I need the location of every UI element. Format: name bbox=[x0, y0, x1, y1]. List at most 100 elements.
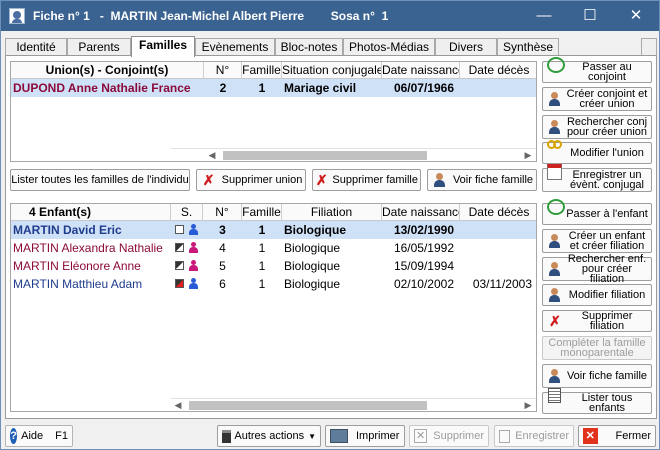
col-child-birth[interactable]: Date naissance bbox=[382, 204, 460, 221]
unions-grid-header: Union(s) - Conjoint(s) N° Famille Situat… bbox=[11, 62, 536, 79]
col-children[interactable]: 4 Enfant(s) bbox=[11, 204, 171, 221]
close-button[interactable]: ✕ Fermer bbox=[578, 425, 656, 447]
modify-union-button[interactable]: Modifier l'union bbox=[542, 139, 652, 164]
view-family-sheet-button[interactable]: Voir fiche famille bbox=[542, 364, 652, 388]
maximize-icon[interactable]: ☐ bbox=[567, 1, 613, 31]
children-grid-header: 4 Enfant(s) S. N° Famille Filiation Date… bbox=[11, 204, 536, 221]
view-family-button[interactable]: Voir fiche famille bbox=[427, 169, 537, 191]
printer-icon bbox=[330, 429, 348, 443]
col-union-num[interactable]: N° bbox=[204, 62, 242, 79]
tab-overflow-box[interactable] bbox=[641, 38, 657, 56]
union-famille: 1 bbox=[258, 81, 266, 95]
male-icon bbox=[189, 224, 198, 235]
create-spouse-button[interactable]: Créer conjoint et créer union bbox=[542, 87, 652, 111]
delete-filiation-button[interactable]: ✗ Supprimer filiation bbox=[542, 310, 652, 332]
refresh-icon bbox=[547, 57, 565, 73]
union-row[interactable]: DUPOND Anne Nathalie France 2 1 Mariage … bbox=[11, 79, 536, 97]
complete-single-parent-family-label: Compléter la famille monoparentale bbox=[548, 337, 646, 359]
record-marital-event-button[interactable]: Enregistrer un évènt. conjugal bbox=[542, 164, 652, 192]
tab-identite[interactable]: Identité bbox=[5, 38, 67, 56]
child-birth-date: 15/09/1994 bbox=[393, 259, 454, 273]
col-child-sex[interactable]: S. bbox=[171, 204, 203, 221]
save-button[interactable]: Enregistrer bbox=[494, 425, 574, 447]
modify-filiation-label: Modifier filiation bbox=[568, 289, 646, 301]
delete-union-label: Supprimer union bbox=[221, 173, 303, 186]
go-to-spouse-button[interactable]: Passer au conjoint bbox=[542, 57, 652, 83]
list-all-children-button[interactable]: Lister tous enfants bbox=[542, 388, 652, 414]
view-family-sheet-label: Voir fiche famille bbox=[566, 370, 648, 382]
tab-photos-medias[interactable]: Photos-Médias bbox=[343, 38, 435, 56]
person-search-icon bbox=[546, 261, 564, 277]
other-actions-button[interactable]: Autres actions ▼ bbox=[217, 425, 321, 447]
col-child-famille[interactable]: Famille bbox=[242, 204, 282, 221]
col-union-famille[interactable]: Famille bbox=[242, 62, 282, 79]
child-num: 6 bbox=[219, 277, 226, 291]
calendar-icon bbox=[547, 164, 562, 180]
record-marital-event-label: Enregistrer un évènt. conjugal bbox=[570, 169, 644, 191]
col-union-birth[interactable]: Date naissance bbox=[382, 62, 460, 79]
close-window-icon[interactable]: ✕ bbox=[613, 1, 659, 31]
list-all-families-button[interactable]: Lister toutes les familles de l'individu bbox=[10, 169, 190, 191]
scroll-right-icon[interactable]: ▶ bbox=[521, 149, 535, 161]
help-button[interactable]: ? Aide F1 bbox=[5, 425, 73, 447]
modify-filiation-button[interactable]: Modifier filiation bbox=[542, 284, 652, 306]
scroll-thumb[interactable] bbox=[189, 401, 427, 410]
help-shortcut: F1 bbox=[55, 430, 68, 442]
rings-icon bbox=[547, 139, 563, 151]
unions-horizontal-scrollbar[interactable]: ◀ ▶ bbox=[171, 148, 536, 161]
tab-evenements[interactable]: Evènements bbox=[195, 38, 275, 56]
person-add-icon bbox=[546, 91, 564, 107]
scroll-left-icon[interactable]: ◀ bbox=[171, 399, 185, 411]
child-num: 5 bbox=[219, 259, 226, 273]
tab-synthese[interactable]: Synthèse bbox=[497, 38, 559, 56]
child-famille: 1 bbox=[258, 223, 266, 237]
create-child-button[interactable]: Créer un enfant et créer filiation bbox=[542, 229, 652, 253]
help-icon: ? bbox=[10, 428, 18, 444]
col-child-filiation[interactable]: Filiation bbox=[282, 204, 382, 221]
go-to-child-button[interactable]: Passer à l'enfant bbox=[542, 199, 652, 225]
print-button[interactable]: Imprimer bbox=[325, 425, 405, 447]
search-spouse-button[interactable]: Rechercher conj pour créer union bbox=[542, 115, 652, 139]
search-child-button[interactable]: Rechercher enf. pour créer filiation bbox=[542, 254, 652, 285]
close-icon: ✕ bbox=[583, 428, 598, 444]
child-status-flag-icon bbox=[175, 225, 184, 234]
complete-single-parent-family-button[interactable]: Compléter la famille monoparentale bbox=[542, 336, 652, 360]
child-row[interactable]: MARTIN David Eric 3 1 Biologique 13/02/1… bbox=[11, 221, 536, 239]
child-row[interactable]: MARTIN Matthieu Adam 6 1 Biologique 02/1… bbox=[11, 275, 536, 293]
print-label: Imprimer bbox=[356, 430, 400, 442]
col-child-death[interactable]: Date décès bbox=[460, 204, 536, 221]
scroll-thumb[interactable] bbox=[223, 151, 427, 160]
child-row[interactable]: MARTIN Eléonore Anne 5 1 Biologique 15/0… bbox=[11, 257, 536, 275]
scroll-right-icon[interactable]: ▶ bbox=[521, 399, 535, 411]
col-union-spouse[interactable]: Union(s) - Conjoint(s) bbox=[11, 62, 204, 79]
minimize-icon[interactable]: — bbox=[521, 1, 567, 31]
delete-family-button[interactable]: ✗ Supprimer famille bbox=[312, 169, 421, 191]
union-num: 2 bbox=[219, 81, 227, 95]
scroll-left-icon[interactable]: ◀ bbox=[205, 149, 219, 161]
child-num: 3 bbox=[219, 223, 226, 237]
child-row[interactable]: MARTIN Alexandra Nathalie 4 1 Biologique… bbox=[11, 239, 536, 257]
child-birth-date: 02/10/2002 bbox=[393, 277, 454, 291]
tab-familles[interactable]: Familles bbox=[131, 36, 195, 57]
union-spouse-name: DUPOND Anne Nathalie France bbox=[13, 81, 191, 95]
children-horizontal-scrollbar[interactable]: ◀ ▶ bbox=[171, 398, 536, 411]
family-icon bbox=[546, 368, 564, 384]
child-death-date bbox=[460, 239, 532, 257]
child-famille: 1 bbox=[258, 277, 266, 291]
delete-union-button[interactable]: ✗ Supprimer union bbox=[196, 169, 306, 191]
delete-button[interactable]: ✕ Supprimer bbox=[409, 425, 489, 447]
child-status-flag-icon bbox=[175, 279, 184, 288]
modify-union-label: Modifier l'union bbox=[570, 147, 644, 159]
refresh-icon bbox=[547, 199, 565, 215]
col-union-death[interactable]: Date décès bbox=[460, 62, 536, 79]
person-add-icon bbox=[546, 233, 564, 249]
col-child-num[interactable]: N° bbox=[203, 204, 242, 221]
clapboard-icon bbox=[222, 429, 232, 443]
save-icon bbox=[499, 429, 511, 443]
tab-divers[interactable]: Divers bbox=[435, 38, 497, 56]
female-icon bbox=[189, 260, 198, 271]
delete-union-icon: ✗ bbox=[202, 172, 215, 188]
tab-parents[interactable]: Parents bbox=[67, 38, 131, 56]
tab-bloc-notes[interactable]: Bloc-notes bbox=[275, 38, 343, 56]
col-union-situation[interactable]: Situation conjugale bbox=[282, 62, 382, 79]
